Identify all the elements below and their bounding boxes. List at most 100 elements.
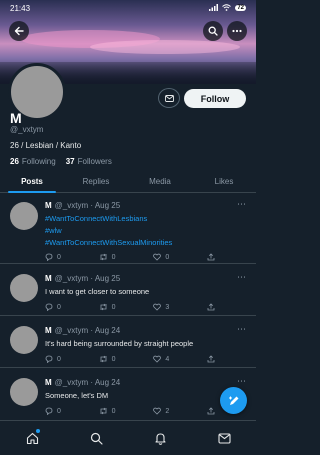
tweet-actions: 0 0 2 <box>45 407 215 415</box>
nav-search[interactable] <box>86 428 106 448</box>
reply-button[interactable]: 0 <box>45 355 61 363</box>
share-button[interactable] <box>207 253 215 261</box>
tweet[interactable]: M @_vxtym · Aug 24 ⋯ Someone, let's DM 0 … <box>0 368 256 420</box>
retweet-button[interactable]: 0 <box>99 355 116 363</box>
tweet-text: I want to get closer to someone <box>45 287 150 296</box>
tab-media[interactable]: Media <box>128 171 192 192</box>
share-button[interactable] <box>207 407 215 415</box>
mail-icon <box>164 94 174 102</box>
profile-handle: @_vxtym <box>10 125 44 134</box>
retweet-button[interactable]: 0 <box>99 303 116 311</box>
tab-posts[interactable]: Posts <box>0 171 64 193</box>
retweet-button[interactable]: 0 <box>99 253 116 261</box>
share-icon <box>207 355 215 363</box>
nav-notifications[interactable] <box>150 428 170 448</box>
share-icon <box>207 303 215 311</box>
share-button[interactable] <box>207 303 215 311</box>
tweet-date: · Aug 24 <box>90 326 121 335</box>
following-link[interactable]: 26 Following <box>10 157 56 166</box>
like-button[interactable]: 2 <box>153 407 169 415</box>
tweet-actions: 0 0 4 <box>45 355 215 363</box>
reply-icon <box>45 355 53 363</box>
share-button[interactable] <box>207 355 215 363</box>
hashtag-link[interactable]: #wlw <box>45 225 245 237</box>
profile-name: M <box>10 110 22 126</box>
tweet[interactable]: M @_vxtym · Aug 24 ⋯ It's hard being surr… <box>0 316 256 368</box>
share-icon <box>207 407 215 415</box>
tweet-author-name: M <box>45 378 52 387</box>
tweet-actions: 0 0 0 <box>45 253 215 261</box>
reply-button[interactable]: 0 <box>45 303 61 311</box>
heart-icon <box>153 407 162 415</box>
reply-icon <box>45 407 53 415</box>
compose-button[interactable] <box>220 387 247 414</box>
tweet-date: · Aug 25 <box>90 201 121 210</box>
more-icon[interactable]: ⋯ <box>237 199 246 210</box>
wifi-icon <box>222 3 232 13</box>
tweet-handle: @_vxtym <box>54 326 89 335</box>
battery-indicator: 72 <box>235 5 246 11</box>
tweet-handle: @_vxtym <box>54 274 89 283</box>
avatar[interactable] <box>10 202 38 230</box>
avatar[interactable] <box>10 378 38 406</box>
nav-home[interactable] <box>22 428 42 448</box>
status-bar: 21:43 72 <box>0 0 256 16</box>
heart-icon <box>153 355 162 363</box>
home-icon <box>26 432 38 444</box>
search-button[interactable] <box>203 21 223 41</box>
bell-icon <box>154 432 166 445</box>
avatar[interactable] <box>10 326 38 354</box>
heart-icon <box>153 303 162 311</box>
tweet-handle: @_vxtym <box>54 378 89 387</box>
search-icon <box>90 432 103 445</box>
tweet-body: #WantToConnectWithLesbians #wlw #WantToC… <box>45 213 245 249</box>
followers-link[interactable]: 37 Followers <box>66 157 112 166</box>
retweet-icon <box>100 355 107 363</box>
retweet-icon <box>100 303 107 311</box>
message-button[interactable] <box>158 88 180 108</box>
more-options-button[interactable] <box>227 21 247 41</box>
profile-tabs: Posts Replies Media Likes <box>0 171 256 193</box>
arrow-left-icon <box>14 26 24 36</box>
hashtag-link[interactable]: #WantToConnectWithLesbians <box>45 213 245 225</box>
retweet-icon <box>100 407 107 415</box>
share-icon <box>207 253 215 261</box>
like-button[interactable]: 4 <box>153 355 169 363</box>
back-button[interactable] <box>9 21 29 41</box>
status-time: 21:43 <box>10 3 31 13</box>
tab-replies[interactable]: Replies <box>64 171 128 192</box>
reply-icon <box>45 253 53 261</box>
nav-messages[interactable] <box>214 428 234 448</box>
tweet-handle: @_vxtym <box>54 201 89 210</box>
mail-icon <box>217 432 231 444</box>
hashtag-link[interactable]: #WantToConnectWithSexualMinorities <box>45 237 245 249</box>
tweet-text: It's hard being surrounded by straight p… <box>45 339 194 348</box>
signal-icon <box>209 3 219 13</box>
tweet-date: · Aug 25 <box>90 274 121 283</box>
tab-likes[interactable]: Likes <box>192 171 256 192</box>
tweet[interactable]: M @_vxtym · Aug 25 ⋯ #WantToConnectWithLe… <box>0 194 256 264</box>
tweet-author-name: M <box>45 201 52 210</box>
reply-button[interactable]: 0 <box>45 407 61 415</box>
follow-stats: 26 Following 37 Followers <box>10 157 112 166</box>
more-icon[interactable]: ⋯ <box>237 324 246 335</box>
compose-icon <box>228 396 238 405</box>
follow-button[interactable]: Follow <box>184 89 246 108</box>
more-icon[interactable]: ⋯ <box>237 376 246 387</box>
tweet-actions: 0 0 3 <box>45 303 215 311</box>
like-button[interactable]: 3 <box>153 303 169 311</box>
profile-bio: 26 / Lesbian / Kanto <box>10 141 82 150</box>
reply-icon <box>45 303 53 311</box>
tweet[interactable]: M @_vxtym · Aug 25 ⋯ I want to get closer… <box>0 264 256 316</box>
retweet-button[interactable]: 0 <box>99 407 116 415</box>
more-icon[interactable]: ⋯ <box>237 272 246 283</box>
heart-icon <box>153 253 162 261</box>
search-icon <box>208 26 218 36</box>
tweet-text: Someone, let's DM <box>45 391 109 400</box>
avatar[interactable] <box>10 274 38 302</box>
tweet-author-name: M <box>45 274 52 283</box>
reply-button[interactable]: 0 <box>45 253 61 261</box>
like-button[interactable]: 0 <box>153 253 169 261</box>
bottom-navigation <box>0 420 256 455</box>
more-icon <box>232 29 242 33</box>
